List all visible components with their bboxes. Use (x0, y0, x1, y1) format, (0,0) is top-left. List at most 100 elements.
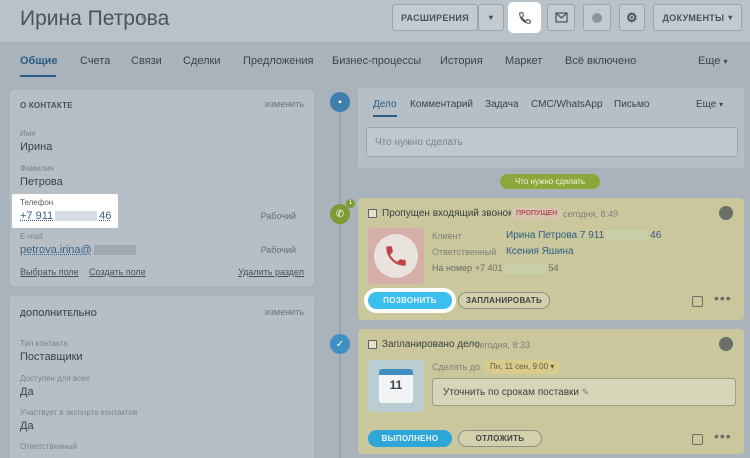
client-value[interactable]: Ирина Петрова 7 911 46 (506, 230, 661, 241)
tab-all-included[interactable]: Всё включено (565, 55, 636, 67)
tab-invoices[interactable]: Счета (80, 55, 110, 67)
about-contact-panel: О КОНТАКТЕ изменить Имя Ирина Фамилия Пе… (10, 90, 314, 286)
phone-masked (55, 211, 98, 222)
create-field-link[interactable]: Создать поле (89, 267, 146, 277)
todo-input[interactable]: Что нужно сделать (366, 127, 738, 157)
surname-label: Фамилия (20, 164, 54, 173)
chevron-down-icon: ▾ (550, 362, 555, 371)
number-masked (504, 263, 547, 274)
tab-links[interactable]: Связи (131, 55, 162, 67)
planned-checkbox[interactable] (368, 340, 377, 349)
email-label: E-mail (20, 232, 43, 241)
responsible-label: Ответственный (432, 247, 497, 257)
chat-icon: ▪ (330, 92, 350, 112)
postpone-button[interactable]: ОТЛОЖИТЬ (458, 430, 542, 447)
missed-call-date: сегодня, 8:49 (563, 209, 619, 219)
documents-button[interactable]: ДОКУМЕНТЫ ▾ (653, 4, 742, 31)
globe-button[interactable] (583, 4, 611, 31)
timeline-line (339, 100, 341, 458)
missed-call-icon (368, 228, 424, 284)
phone-label: Телефон (20, 198, 54, 207)
chevron-down-icon: ▾ (719, 100, 724, 109)
phone-type: Рабочий (260, 211, 296, 221)
globe-icon (592, 12, 602, 23)
responsible-value[interactable]: Ксения Яшина (506, 246, 574, 257)
name-label: Имя (20, 129, 36, 138)
tabs-more[interactable]: Еще ▾ (698, 55, 727, 67)
tab-history[interactable]: История (440, 55, 483, 67)
select-field-link[interactable]: Выбрать поле (20, 267, 79, 277)
client-phone-masked (606, 230, 649, 241)
deadline-pill[interactable]: Пн, 11 сен, 9:00 ▾ (484, 360, 561, 374)
tab-offers[interactable]: Предложения (243, 55, 314, 67)
mail-button[interactable] (547, 4, 575, 31)
activity-tab-sms[interactable]: СМС/WhatsApp (531, 99, 603, 110)
activity-tab-email[interactable]: Письмо (614, 99, 649, 110)
missed-call-checkbox[interactable] (368, 209, 377, 218)
more-options-icon[interactable]: ••• (714, 290, 732, 306)
email-masked (93, 245, 136, 256)
tab-market[interactable]: Маркет (505, 55, 542, 67)
additional-panel: ДОПОЛНИТЕЛЬНО изменить Тип контакта Пост… (10, 296, 314, 458)
edit-icon[interactable]: ✎ (582, 387, 590, 397)
extensions-dropdown-button[interactable]: ▾ (478, 4, 504, 31)
contact-type-value: Поставщики (20, 351, 83, 363)
name-value: Ирина (20, 141, 53, 153)
gear-icon: ⚙ (626, 9, 638, 25)
to-number: На номер +7 401 54 (432, 263, 559, 274)
delete-section-link[interactable]: Удалить раздел (238, 267, 304, 277)
calendar-icon: 11 (368, 360, 424, 412)
settings-button[interactable]: ⚙ (619, 4, 645, 31)
mail-icon (554, 12, 568, 23)
surname-value: Петрова (20, 176, 63, 188)
calendar-day: 11 (379, 369, 413, 403)
edit-icon[interactable]: ✎ (140, 14, 148, 25)
activity-tab-task[interactable]: Задача (485, 99, 519, 110)
client-label: Клиент (432, 231, 462, 241)
avatar (719, 337, 733, 351)
planned-title: Запланировано дело (382, 339, 480, 350)
page: Ирина Петрова ✎ РАСШИРЕНИЯ ▾ ⚙ ДОКУМЕНТЫ… (0, 0, 750, 458)
done-button[interactable]: ВЫПОЛНЕНО (368, 430, 452, 447)
phone-icon (518, 11, 531, 24)
call-button[interactable] (510, 4, 539, 31)
tab-general[interactable]: Общие (20, 55, 58, 67)
schedule-button[interactable]: ЗАПЛАНИРОВАТЬ (458, 292, 550, 309)
about-contact-heading: О КОНТАКТЕ (20, 101, 73, 110)
export-label: Участвует в экспорте контактов (20, 408, 138, 417)
tab-business-processes[interactable]: Бизнес-процессы (332, 55, 421, 67)
activity-tabs-more[interactable]: Еще ▾ (696, 99, 723, 110)
phone-value[interactable]: +7 911 46 (20, 210, 111, 222)
tab-deals[interactable]: Сделки (183, 55, 221, 67)
export-value: Да (20, 420, 34, 432)
chevron-down-icon: ▾ (488, 13, 494, 22)
available-label: Доступен для всех (20, 374, 90, 383)
todo-section-pill: Что нужно сделать (500, 174, 600, 189)
activity-text[interactable]: Уточнить по срокам поставки ✎ (432, 378, 736, 406)
call-back-button[interactable]: ПОЗВОНИТЬ (368, 292, 452, 309)
additional-heading: ДОПОЛНИТЕЛЬНО (20, 309, 98, 318)
about-contact-edit-link[interactable]: изменить (265, 99, 304, 109)
more-options-icon[interactable]: ••• (714, 428, 732, 444)
email-type: Рабочий (260, 245, 296, 255)
extensions-button[interactable]: РАСШИРЕНИЯ (392, 4, 478, 31)
additional-edit-link[interactable]: изменить (265, 307, 304, 317)
responsible-label: Ответственный (20, 442, 78, 451)
active-tab-indicator (20, 75, 56, 77)
available-value: Да (20, 386, 34, 398)
note-icon[interactable] (692, 434, 703, 445)
activity-tab-comment[interactable]: Комментарий (410, 99, 473, 110)
email-value[interactable]: petrova.irina@ (20, 244, 138, 256)
check-icon: ✓ (330, 334, 350, 354)
chevron-down-icon: ▾ (723, 57, 728, 66)
activity-tab-deal[interactable]: Дело (373, 99, 397, 110)
do-by-label: Сделать до (432, 362, 481, 372)
page-header: Ирина Петрова ✎ РАСШИРЕНИЯ ▾ ⚙ ДОКУМЕНТЫ… (0, 0, 750, 42)
planned-date: сегодня, 8:33 (475, 340, 531, 350)
missed-call-title: Пропущен входящий звонок (382, 208, 513, 219)
chevron-down-icon: ▾ (728, 13, 733, 22)
activity-tab-indicator (373, 115, 397, 117)
contact-type-label: Тип контакта (20, 339, 68, 348)
note-icon[interactable] (692, 296, 703, 307)
counter-badge: 1 (346, 199, 355, 208)
